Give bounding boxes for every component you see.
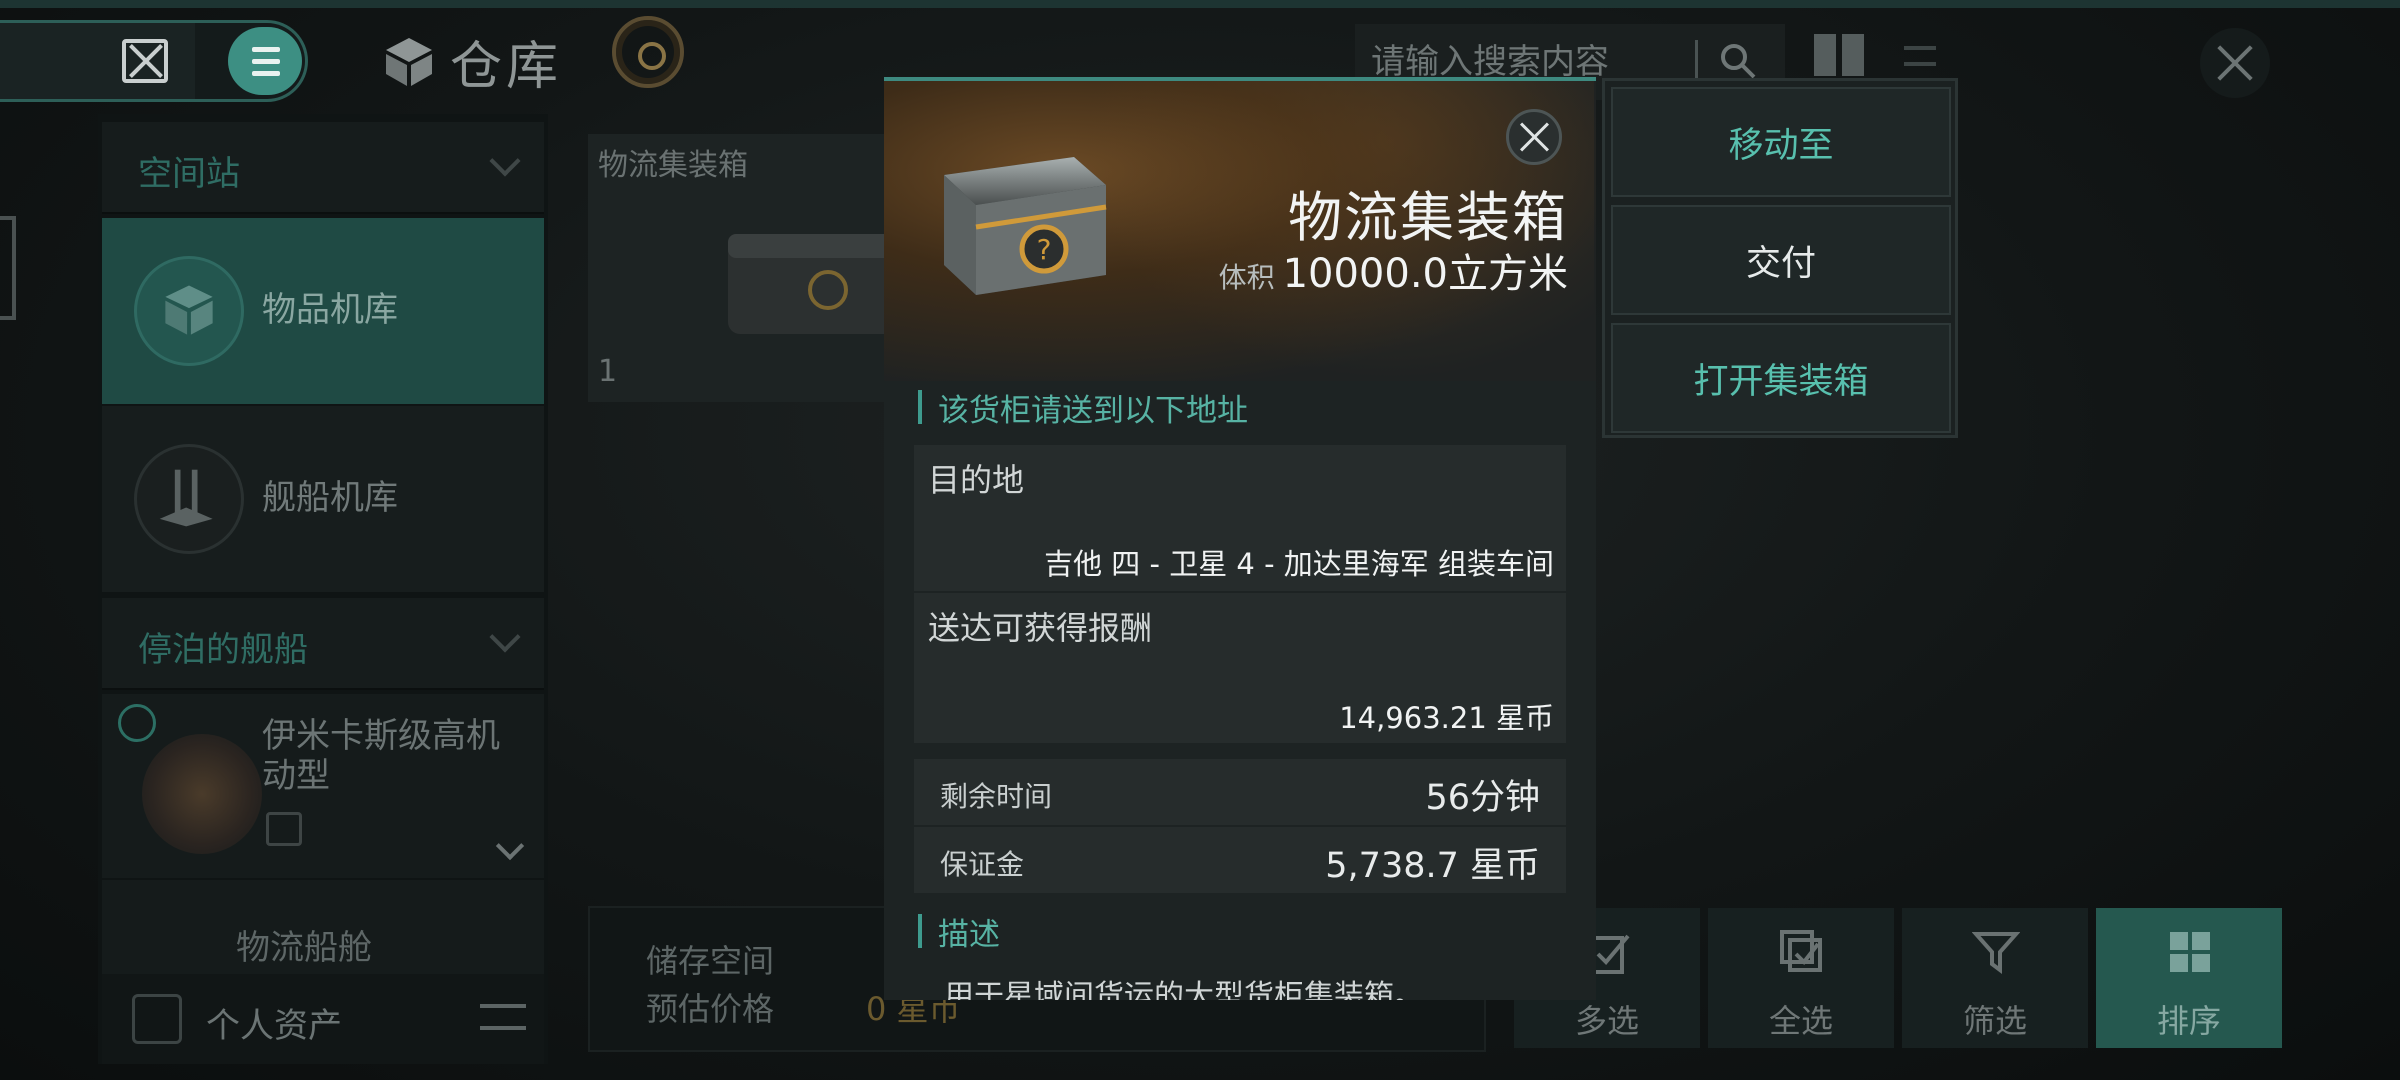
search-icon[interactable] xyxy=(1719,42,1757,80)
remaining-time-row: 剩余时间 56分钟 xyxy=(914,759,1566,825)
filter-box[interactable] xyxy=(0,23,195,99)
personal-assets-label: 个人资产 xyxy=(206,1006,342,1046)
description-header-text: 描述 xyxy=(938,916,1000,953)
sidebar-item-label: 物流船舱 xyxy=(236,928,372,968)
page-title: 仓库 xyxy=(382,26,563,97)
deposit-label: 保证金 xyxy=(940,848,1025,881)
sidebar-item-ship-hangar[interactable]: 舰船机库 xyxy=(102,406,544,592)
container-crate-icon: ? xyxy=(944,157,1107,295)
filter-clear-icon[interactable] xyxy=(122,39,168,83)
screen: 仓库 空间站 xyxy=(0,0,2400,1080)
docked-ship-item[interactable]: 伊米卡斯级高机动型 xyxy=(102,694,544,878)
description-text: 用于星域间货运的大型货柜集装箱。 xyxy=(944,979,1424,1000)
active-ship-icon xyxy=(118,704,156,742)
page-title-text: 仓库 xyxy=(450,36,563,97)
item-card-count: 1 xyxy=(598,354,618,389)
item-card-label: 物流集装箱 xyxy=(598,148,748,183)
filter-icon xyxy=(1972,932,2020,974)
volume-value: 10000.0立方米 xyxy=(1282,251,1568,297)
remaining-time-value: 56分钟 xyxy=(1425,778,1540,818)
multi-select-label: 多选 xyxy=(1574,1002,1639,1040)
section-bar xyxy=(918,390,922,424)
container-thumbnail xyxy=(728,234,898,334)
select-all-icon xyxy=(1780,930,1822,972)
filter-button[interactable]: 筛选 xyxy=(1902,908,2088,1048)
sidebar-section-station[interactable]: 空间站 xyxy=(102,122,544,214)
menu-line-icon xyxy=(252,59,280,64)
item-card[interactable]: 物流集装箱 1 xyxy=(588,134,898,402)
popup-close-icon[interactable] xyxy=(1506,109,1562,165)
address-section-header: 该货柜请送到以下地址 xyxy=(918,387,1248,429)
menu-line-icon xyxy=(252,71,280,76)
volume-label: 体积 xyxy=(1218,261,1275,294)
side-tab-icon[interactable] xyxy=(0,216,16,320)
swap-icon[interactable] xyxy=(480,1004,526,1030)
target-icon[interactable] xyxy=(612,16,684,88)
reward-label: 送达可获得报酬 xyxy=(928,609,1153,647)
cube-icon xyxy=(134,256,244,366)
deposit-row: 保证金 5,738.7 星币 xyxy=(914,827,1566,893)
open-container-button[interactable]: 打开集装箱 xyxy=(1611,323,1951,433)
select-all-label: 全选 xyxy=(1768,1002,1833,1040)
sidebar-item-cargo-hold[interactable]: 物流船舱 xyxy=(102,880,544,974)
sidebar-item-hangar[interactable]: 物品机库 xyxy=(102,218,544,404)
svg-text:?: ? xyxy=(1037,233,1052,266)
destination-value: 吉他 四 - 卫星 4 - 加达里海军 组装车间 xyxy=(1044,547,1554,581)
address-header-text: 该货柜请送到以下地址 xyxy=(938,392,1248,429)
chevron-down-icon xyxy=(489,145,521,177)
chevron-down-icon xyxy=(489,621,521,653)
ship-name: 伊米卡斯级高机动型 xyxy=(262,716,500,796)
close-icon[interactable] xyxy=(2200,28,2270,98)
reward-value: 14,963.21 星币 xyxy=(1339,701,1554,735)
reward-block: 送达可获得报酬 14,963.21 星币 xyxy=(914,593,1566,743)
deliver-button[interactable]: 交付 xyxy=(1611,205,1951,315)
destination-label: 目的地 xyxy=(928,461,1025,499)
sort-button[interactable]: 排序 xyxy=(2096,908,2282,1048)
item-detail-popup: ? 物流集装箱 体积 10000.0立方米 该货柜请送到以下地址 目的地 吉他 … xyxy=(884,77,1596,1000)
menu-line-icon xyxy=(252,47,280,52)
item-volume: 体积 10000.0立方米 xyxy=(1219,241,1568,299)
ship-icon xyxy=(134,444,244,554)
sidebar-section-label: 停泊的舰船 xyxy=(138,630,308,670)
search-divider xyxy=(1695,40,1698,82)
remaining-time-label: 剩余时间 xyxy=(940,780,1053,813)
filter-pill[interactable] xyxy=(0,20,308,102)
top-accent-line xyxy=(0,0,2400,8)
sort-icon xyxy=(2170,932,2210,972)
sidebar-item-label: 物品机库 xyxy=(262,290,398,330)
move-to-button[interactable]: 移动至 xyxy=(1611,87,1951,197)
estimated-price-label: 预估价格 xyxy=(646,990,775,1028)
chevron-down-icon[interactable] xyxy=(495,831,525,861)
cube-icon xyxy=(382,34,436,88)
select-all-button[interactable]: 全选 xyxy=(1708,908,1894,1048)
ship-settings-icon[interactable] xyxy=(266,812,302,846)
sidebar-section-docked[interactable]: 停泊的舰船 xyxy=(102,598,544,690)
description-section-header: 描述 xyxy=(918,911,1000,953)
section-bar xyxy=(918,914,922,948)
sidebar-item-label: 舰船机库 xyxy=(262,478,398,518)
sort-label: 排序 xyxy=(2156,1002,2221,1040)
ship-thumbnail xyxy=(142,734,262,854)
storage-space-label: 储存空间 xyxy=(646,942,775,980)
assets-icon xyxy=(132,994,182,1044)
sidebar: 空间站 物品机库 舰船机库 停泊的舰船 伊米卡斯级高机动型 物流船舱 个人资产 xyxy=(98,114,548,1064)
personal-assets-button[interactable]: 个人资产 xyxy=(102,974,544,1064)
filter-label: 筛选 xyxy=(1962,1002,2027,1040)
sidebar-section-label: 空间站 xyxy=(138,154,240,194)
destination-block: 目的地 吉他 四 - 卫星 4 - 加达里海军 组装车间 xyxy=(914,445,1566,591)
deposit-value: 5,738.7 星币 xyxy=(1325,846,1540,886)
menu-button[interactable] xyxy=(228,27,302,95)
action-menu: 移动至 交付 打开集装箱 xyxy=(1602,78,1958,438)
